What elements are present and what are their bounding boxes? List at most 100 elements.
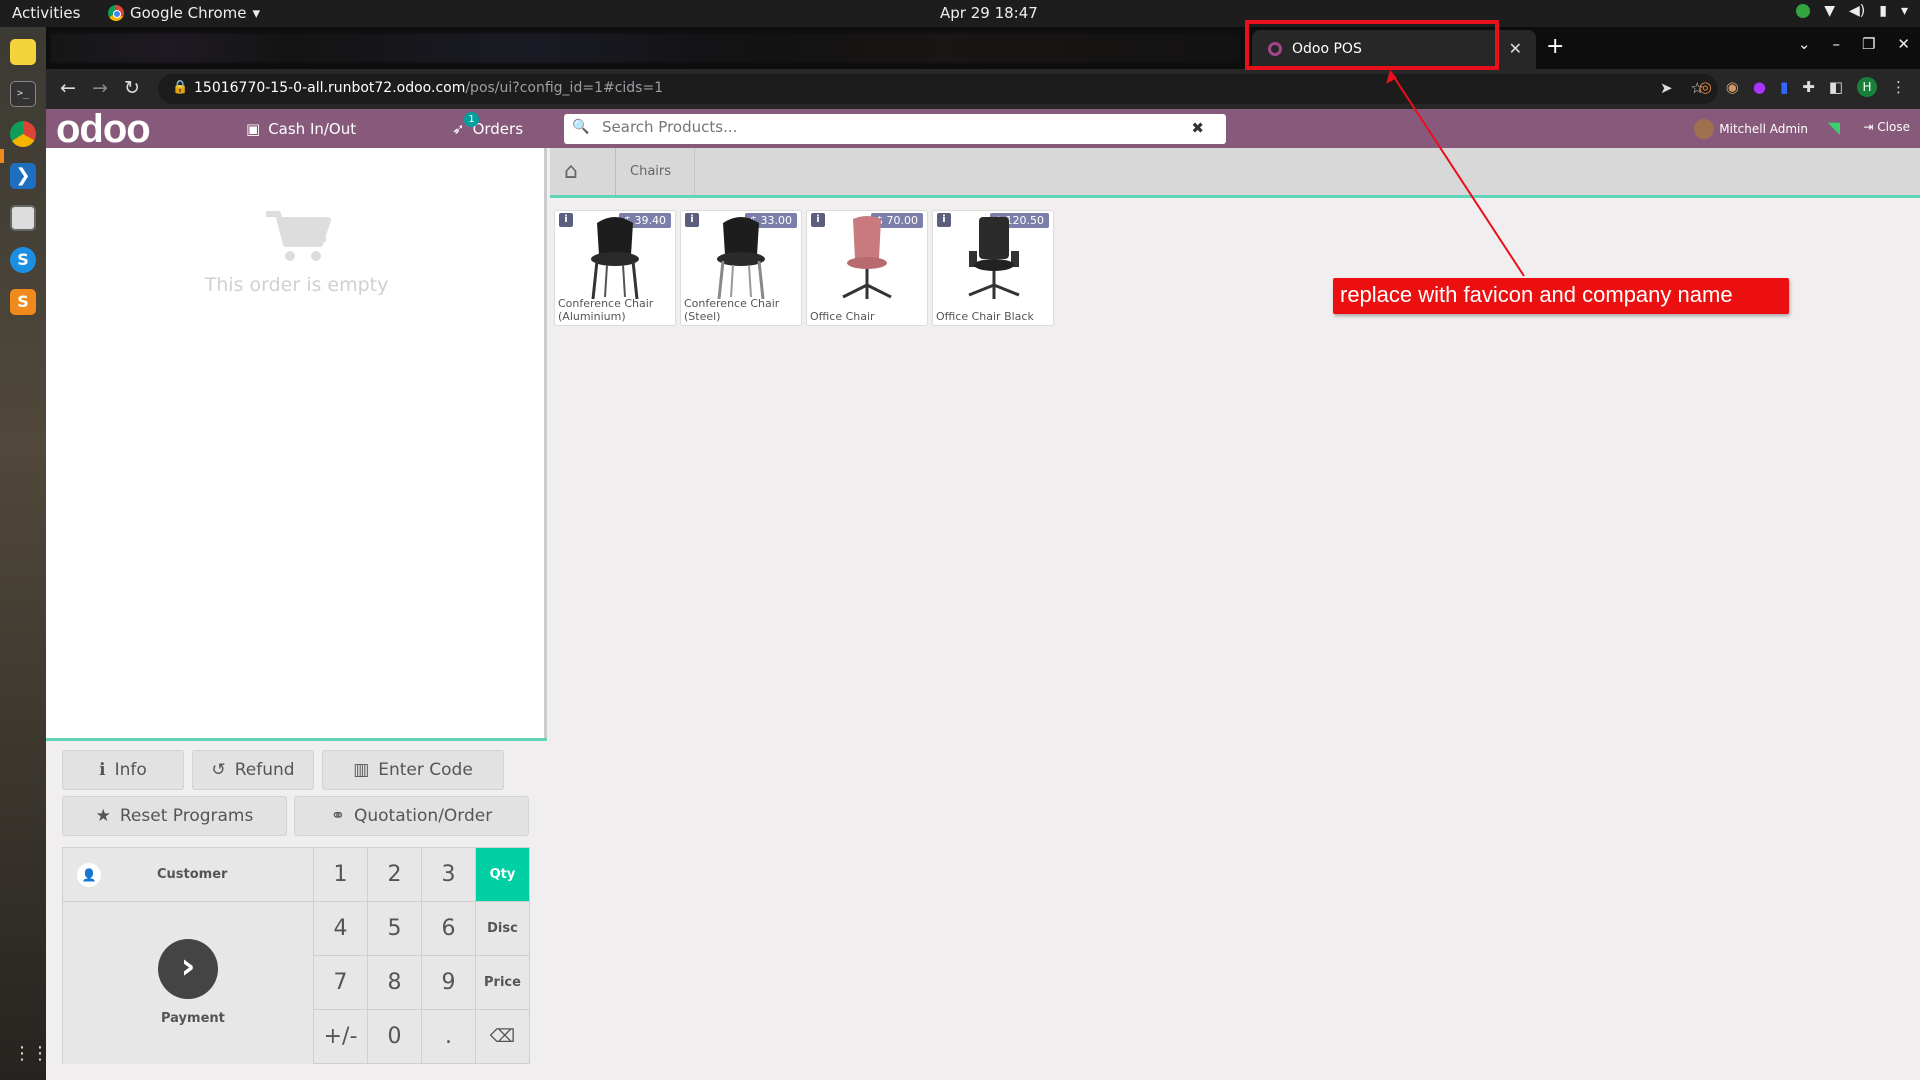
restore-icon[interactable]: ❐ [1862,35,1875,53]
payment-button[interactable]: › Payment [63,902,314,1064]
numpad-key[interactable]: . [422,1010,476,1064]
numpad-key[interactable]: 9 [422,956,476,1010]
vscode-app-icon[interactable]: ❯ [10,163,36,189]
close-pos-label: Close [1877,120,1910,134]
url-path: /pos/ui?config_id=1#cids=1 [465,80,664,96]
info-button[interactable]: ℹ Info [62,750,184,790]
product-info-icon[interactable]: i [559,213,573,227]
customer-button[interactable]: 👤 Customer [63,848,314,902]
cash-in-out-label: Cash In/Out [268,120,357,138]
blurred-tabs[interactable] [50,33,1240,63]
connection-status-icon[interactable]: ◥ [1828,118,1840,137]
clear-search-icon[interactable]: ✖ [1191,119,1204,137]
tab-search-icon[interactable]: ⌄ [1798,35,1811,53]
product-info-icon[interactable]: i [811,213,825,227]
ext-blue-icon[interactable]: ▮ [1780,78,1788,96]
numpad-key[interactable]: 1 [314,848,368,902]
numpad-key[interactable]: 8 [368,956,422,1010]
new-tab-icon[interactable]: + [1546,34,1564,59]
breadcrumb-chairs[interactable]: Chairs [630,164,671,179]
product-name: Conference Chair (Aluminium) [558,297,653,323]
numpad-key[interactable]: 6 [422,902,476,956]
order-pane: This order is empty ℹ Info ↺ Refund ▥ En… [46,148,547,1080]
pos-header: odoo ▣ Cash In/Out ➶1 Orders 🔍 ✖ Mitchel… [46,109,1920,149]
numpad-key[interactable]: 4 [314,902,368,956]
search-icon: 🔍 [572,119,590,135]
product-name: Office Chair Black [936,297,1034,323]
breadcrumb-divider [694,148,695,195]
activities-button[interactable]: Activities [12,4,80,22]
app-menu[interactable]: Google Chrome ▾ [108,4,260,22]
terminal-app-icon[interactable]: >_ [10,81,36,107]
back-icon[interactable]: ← [60,77,76,99]
star-icon: ★ [95,806,111,826]
clock[interactable]: Apr 29 18:47 [940,4,1038,22]
enter-code-label: Enter Code [378,760,473,780]
window-controls: ⌄ – ❐ ✕ [1798,35,1910,53]
close-tab-icon[interactable]: ✕ [1509,39,1522,58]
files-app-icon[interactable] [10,205,36,231]
product-info-icon[interactable]: i [685,213,699,227]
chair-image [591,217,639,299]
skype-app-icon[interactable]: S [10,247,36,273]
product-name-line1: Conference Chair [684,297,780,310]
url-host: 15016770-15-0-all.runbot72.odoo.com [194,80,466,96]
url-text: 15016770-15-0-all.runbot72.odoo.com/pos/… [194,80,663,96]
side-panel-icon[interactable]: ◧ [1829,78,1843,96]
barcode-icon: ▥ [353,760,370,780]
orders-icon: ➶ 1 [452,112,479,138]
refund-label: Refund [234,760,295,780]
forward-icon[interactable]: → [92,77,108,99]
numpad-key[interactable]: 2 [368,848,422,902]
ext-cookie-icon[interactable]: ◉ [1726,78,1739,96]
orders-button[interactable]: ➶ 1 Orders [452,112,523,138]
link-icon: ⚭ [330,806,345,826]
cashier-user[interactable]: Mitchell Admin [1694,119,1808,139]
chrome-app-icon[interactable] [10,121,36,147]
system-tray[interactable]: ▼ ◀) ▮ ▾ [1796,3,1908,19]
cash-in-out-button[interactable]: ▣ Cash In/Out [246,120,356,138]
send-icon[interactable]: ➤ [1660,79,1673,97]
product-name-line2: (Steel) [684,310,721,323]
backspace-icon[interactable]: ⌫ [476,1010,530,1064]
profile-avatar[interactable]: H [1857,77,1877,97]
mode-disc-button[interactable]: Disc [476,902,530,956]
pos-app: odoo ▣ Cash In/Out ➶1 Orders 🔍 ✖ Mitchel… [46,109,1920,1080]
numpad-key[interactable]: +/- [314,1010,368,1064]
numpad-area: 👤 Customer › Payment 1 2 3 Qty 4 5 6 Dis… [62,847,530,1064]
close-pos-button[interactable]: ⇥ Close [1863,120,1910,134]
product-card[interactable]: i $ 33.00 Conference Chair (Steel) [680,210,802,326]
reset-programs-button[interactable]: ★ Reset Programs [62,796,287,836]
quotation-order-button[interactable]: ⚭ Quotation/Order [294,796,529,836]
home-icon[interactable]: ⌂ [564,161,588,183]
product-card[interactable]: i $ 39.40 Conference Chair (Aluminium) [554,210,676,326]
numpad-key[interactable]: 5 [368,902,422,956]
mode-qty-button[interactable]: Qty [476,848,530,902]
numpad-key[interactable]: 7 [314,956,368,1010]
app-menu-label: Google Chrome [130,4,247,22]
enter-code-button[interactable]: ▥ Enter Code [322,750,504,790]
user-icon: 👤 [77,863,101,887]
numpad-key[interactable]: 0 [368,1010,422,1064]
chrome-icon [108,5,124,21]
lock-icon[interactable]: 🔒 [172,80,188,95]
product-card[interactable]: i $ 120.50 Office Chair Black [932,210,1054,326]
minimize-icon[interactable]: – [1832,35,1840,53]
color-extension-icon[interactable]: ◎ [1699,78,1712,96]
product-card[interactable]: i $ 70.00 Office Chair [806,210,928,326]
numpad-key[interactable]: 3 [422,848,476,902]
extensions-puzzle-icon[interactable]: ✚ [1802,78,1815,96]
sublime-app-icon[interactable]: S [10,289,36,315]
refund-button[interactable]: ↺ Refund [192,750,314,790]
address-bar[interactable]: 🔒 15016770-15-0-all.runbot72.odoo.com/po… [158,74,1718,104]
tab-odoo-pos[interactable]: Odoo POS ✕ [1252,30,1536,69]
ext-purple-icon[interactable]: ● [1753,78,1766,96]
reload-icon[interactable]: ↻ [124,77,140,99]
chrome-menu-icon[interactable]: ⋮ [1891,78,1906,96]
quotation-order-label: Quotation/Order [354,806,493,826]
product-search-input[interactable] [602,118,1182,136]
product-info-icon[interactable]: i [937,213,951,227]
notes-app-icon[interactable] [10,39,36,65]
mode-price-button[interactable]: Price [476,956,530,1010]
close-window-icon[interactable]: ✕ [1897,35,1910,53]
